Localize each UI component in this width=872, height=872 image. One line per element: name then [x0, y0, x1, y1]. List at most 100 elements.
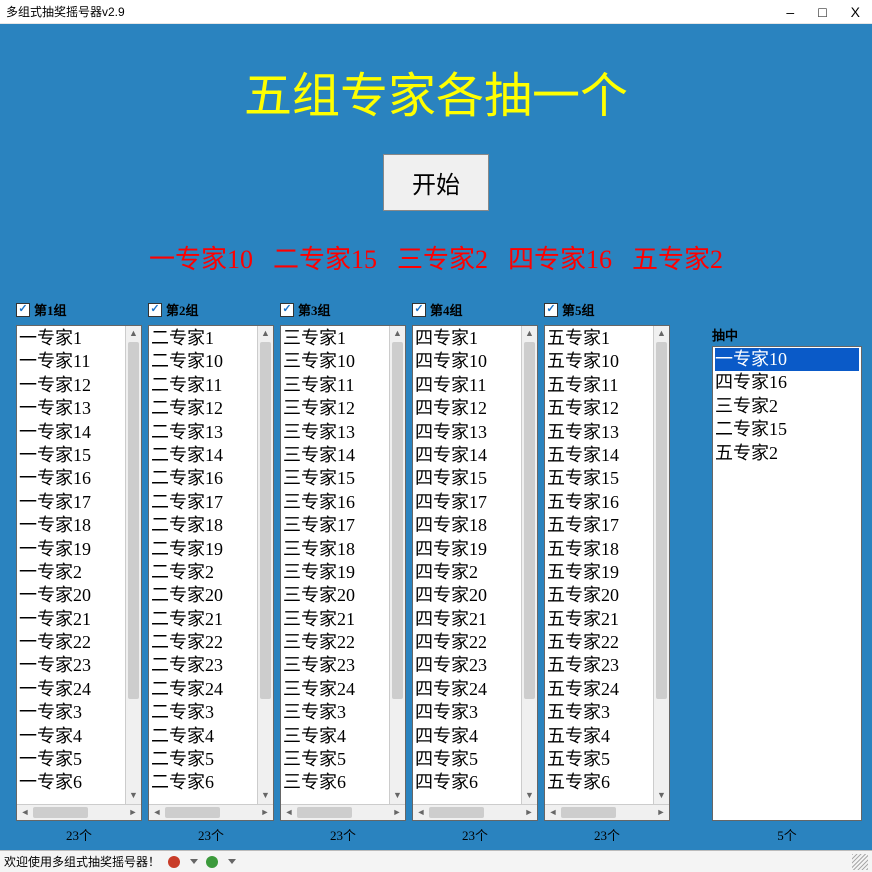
list-item[interactable]: 一专家3	[19, 701, 139, 724]
group-5-listbox[interactable]: 五专家1五专家10五专家11五专家12五专家13五专家14五专家15五专家16五…	[544, 325, 670, 821]
list-item[interactable]: 二专家21	[151, 608, 271, 631]
list-item[interactable]: 五专家21	[547, 608, 667, 631]
group-4-checkbox[interactable]	[412, 303, 426, 317]
list-item[interactable]: 五专家4	[547, 725, 667, 748]
scrollbar-vertical[interactable]: ▲▼	[653, 326, 669, 804]
list-item[interactable]: 一专家11	[19, 350, 139, 373]
scrollbar-horizontal[interactable]: ◄►	[545, 804, 669, 820]
list-item[interactable]: 三专家6	[283, 771, 403, 794]
list-item[interactable]: 二专家4	[151, 725, 271, 748]
start-button[interactable]: 开始	[383, 154, 489, 211]
list-item[interactable]: 三专家16	[283, 491, 403, 514]
list-item[interactable]: 二专家13	[151, 421, 271, 444]
list-item[interactable]: 一专家2	[19, 561, 139, 584]
list-item[interactable]: 一专家13	[19, 397, 139, 420]
minimize-button[interactable]: –	[786, 4, 794, 20]
list-item[interactable]: 四专家13	[415, 421, 535, 444]
list-item[interactable]: 二专家23	[151, 654, 271, 677]
list-item[interactable]: 二专家12	[151, 397, 271, 420]
list-item[interactable]: 四专家5	[415, 748, 535, 771]
list-item[interactable]: 三专家18	[283, 538, 403, 561]
group-4-listbox[interactable]: 四专家1四专家10四专家11四专家12四专家13四专家14四专家15四专家17四…	[412, 325, 538, 821]
list-item[interactable]: 五专家22	[547, 631, 667, 654]
list-item[interactable]: 五专家5	[547, 748, 667, 771]
list-item[interactable]: 二专家6	[151, 771, 271, 794]
list-item[interactable]: 三专家19	[283, 561, 403, 584]
group-2-checkbox[interactable]	[148, 303, 162, 317]
list-item[interactable]: 二专家24	[151, 678, 271, 701]
list-item[interactable]: 三专家5	[283, 748, 403, 771]
list-item[interactable]: 三专家23	[283, 654, 403, 677]
list-item[interactable]: 四专家3	[415, 701, 535, 724]
list-item[interactable]: 五专家15	[547, 467, 667, 490]
list-item[interactable]: 三专家13	[283, 421, 403, 444]
group-2-listbox[interactable]: 二专家1二专家10二专家11二专家12二专家13二专家14二专家16二专家17二…	[148, 325, 274, 821]
list-item[interactable]: 四专家21	[415, 608, 535, 631]
list-item[interactable]: 五专家16	[547, 491, 667, 514]
group-5-checkbox[interactable]	[544, 303, 558, 317]
scrollbar-vertical[interactable]: ▲▼	[389, 326, 405, 804]
scrollbar-horizontal[interactable]: ◄►	[17, 804, 141, 820]
list-item[interactable]: 二专家1	[151, 327, 271, 350]
list-item[interactable]: 三专家12	[283, 397, 403, 420]
list-item[interactable]: 三专家17	[283, 514, 403, 537]
list-item[interactable]: 四专家10	[415, 350, 535, 373]
list-item[interactable]: 三专家20	[283, 584, 403, 607]
list-item[interactable]: 三专家1	[283, 327, 403, 350]
list-item[interactable]: 四专家20	[415, 584, 535, 607]
list-item[interactable]: 一专家18	[19, 514, 139, 537]
list-item[interactable]: 五专家6	[547, 771, 667, 794]
list-item[interactable]: 五专家17	[547, 514, 667, 537]
group-1-listbox[interactable]: 一专家1一专家11一专家12一专家13一专家14一专家15一专家16一专家17一…	[16, 325, 142, 821]
list-item[interactable]: 三专家3	[283, 701, 403, 724]
list-item[interactable]: 四专家18	[415, 514, 535, 537]
group-3-checkbox[interactable]	[280, 303, 294, 317]
list-item[interactable]: 四专家6	[415, 771, 535, 794]
list-item[interactable]: 三专家10	[283, 350, 403, 373]
scrollbar-vertical[interactable]: ▲▼	[257, 326, 273, 804]
chevron-down-icon[interactable]	[190, 859, 198, 864]
list-item[interactable]: 一专家19	[19, 538, 139, 561]
status-red-icon[interactable]	[168, 856, 180, 868]
list-item[interactable]: 三专家11	[283, 374, 403, 397]
list-item[interactable]: 五专家13	[547, 421, 667, 444]
list-item[interactable]: 一专家16	[19, 467, 139, 490]
list-item[interactable]: 二专家17	[151, 491, 271, 514]
list-item[interactable]: 一专家1	[19, 327, 139, 350]
group-1-checkbox[interactable]	[16, 303, 30, 317]
list-item[interactable]: 二专家18	[151, 514, 271, 537]
list-item[interactable]: 二专家19	[151, 538, 271, 561]
list-item[interactable]: 一专家20	[19, 584, 139, 607]
list-item[interactable]: 一专家14	[19, 421, 139, 444]
list-item[interactable]: 四专家23	[415, 654, 535, 677]
scrollbar-horizontal[interactable]: ◄►	[413, 804, 537, 820]
scrollbar-vertical[interactable]: ▲▼	[125, 326, 141, 804]
list-item[interactable]: 一专家4	[19, 725, 139, 748]
list-item[interactable]: 二专家22	[151, 631, 271, 654]
list-item[interactable]: 二专家5	[151, 748, 271, 771]
list-item[interactable]: 五专家23	[547, 654, 667, 677]
resize-grip-icon[interactable]	[852, 854, 868, 870]
scrollbar-horizontal[interactable]: ◄►	[149, 804, 273, 820]
list-item[interactable]: 一专家12	[19, 374, 139, 397]
list-item[interactable]: 二专家16	[151, 467, 271, 490]
list-item[interactable]: 五专家18	[547, 538, 667, 561]
maximize-button[interactable]: □	[818, 4, 826, 20]
list-item[interactable]: 五专家10	[547, 350, 667, 373]
list-item[interactable]: 二专家10	[151, 350, 271, 373]
list-item[interactable]: 一专家6	[19, 771, 139, 794]
list-item[interactable]: 四专家1	[415, 327, 535, 350]
list-item[interactable]: 二专家15	[715, 418, 859, 441]
list-item[interactable]: 四专家15	[415, 467, 535, 490]
list-item[interactable]: 一专家17	[19, 491, 139, 514]
list-item[interactable]: 一专家15	[19, 444, 139, 467]
list-item[interactable]: 五专家2	[715, 442, 859, 465]
list-item[interactable]: 五专家11	[547, 374, 667, 397]
scrollbar-horizontal[interactable]: ◄►	[281, 804, 405, 820]
list-item[interactable]: 四专家4	[415, 725, 535, 748]
list-item[interactable]: 二专家20	[151, 584, 271, 607]
list-item[interactable]: 三专家15	[283, 467, 403, 490]
list-item[interactable]: 二专家11	[151, 374, 271, 397]
list-item[interactable]: 四专家22	[415, 631, 535, 654]
list-item[interactable]: 四专家24	[415, 678, 535, 701]
